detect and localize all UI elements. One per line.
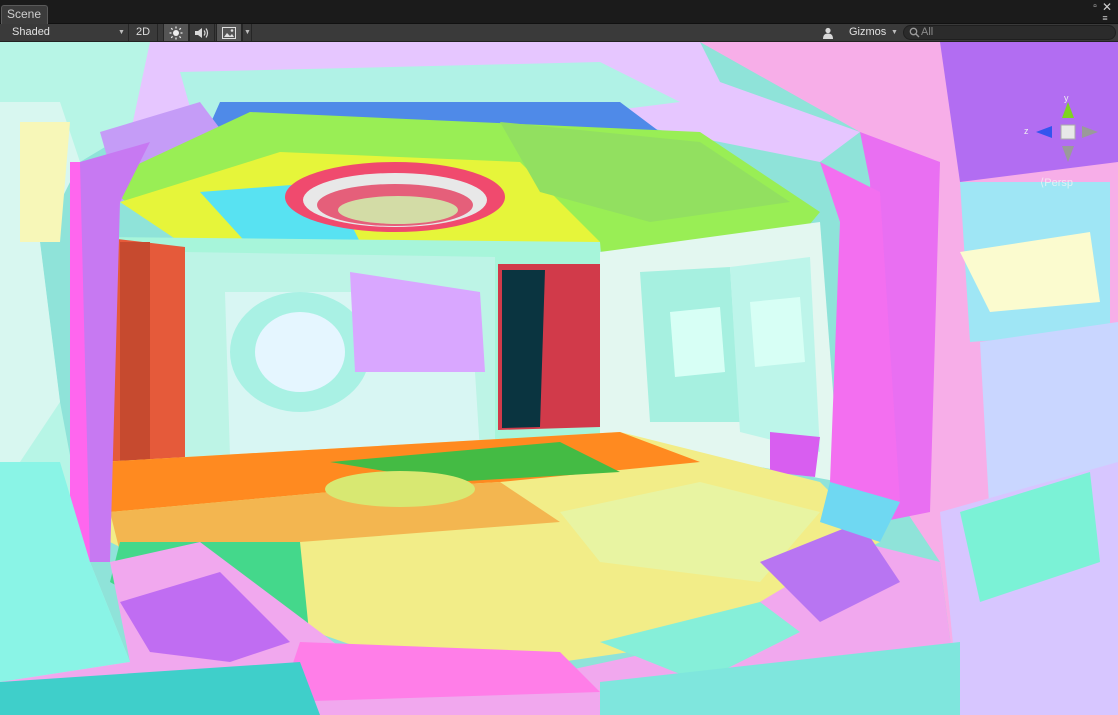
maximize-icon[interactable]: ▫ [1090,2,1100,12]
draw-mode-dropdown[interactable]: Shaded [12,24,122,41]
speaker-icon [195,28,209,38]
draw-mode-label: Shaded [12,26,50,38]
projection-text: Persp [1044,177,1074,189]
projection-label[interactable]: ⟨Persp [1040,176,1073,189]
lighting-toggle-button[interactable] [163,24,189,41]
effects-dropdown-button[interactable]: ▼ [242,24,252,41]
gizmo-z-label: z [1024,126,1029,136]
gizmo-y-axis[interactable] [1062,102,1074,118]
audio-toggle-button[interactable] [189,24,215,41]
person-icon [823,27,833,39]
effects-toggle-button[interactable] [216,24,242,41]
gizmo-center-cube[interactable] [1060,124,1076,140]
orientation-gizmo[interactable]: y z [1022,92,1098,164]
scene-toolbar: Shaded ▼ 2D ▼ Gizmos ▼ All [0,24,1118,42]
gizmo-neg-x-axis[interactable] [1082,126,1098,138]
gizmo-neg-y-axis[interactable] [1062,146,1074,162]
2d-toggle-button[interactable]: 2D [128,24,158,41]
scene-render [0,42,1118,715]
2d-label: 2D [135,26,151,38]
search-input[interactable]: All [903,25,1116,40]
search-icon [909,27,920,38]
gizmo-z-axis[interactable] [1036,126,1052,138]
chevron-down-icon: ▼ [244,29,251,36]
layers-button[interactable] [822,24,838,41]
gizmos-label: Gizmos [849,26,887,38]
gizmo-y-label: y [1064,93,1069,103]
image-icon [222,27,236,39]
chevron-down-icon: ▼ [118,29,125,36]
search-placeholder: All [921,26,934,38]
chevron-down-icon: ▼ [891,29,898,36]
window-tab-bar: Scene ▫ ✕ ≡ [0,0,1118,24]
close-icon[interactable]: ✕ [1102,1,1112,13]
tab-menu-icon[interactable]: ≡ [1100,13,1110,23]
scene-viewport[interactable]: y z ⟨Persp [0,42,1118,715]
sun-icon [169,26,183,40]
tab-scene[interactable]: Scene [1,5,48,24]
